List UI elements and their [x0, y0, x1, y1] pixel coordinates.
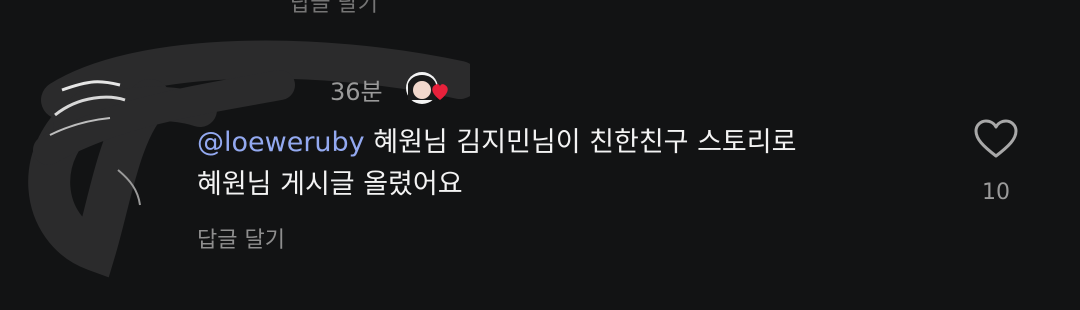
threads-at-icon: @ — [197, 127, 224, 158]
comment-body: @loeweruby 혜원님 김지민님이 친한친구 스토리로 혜원님 게시글 올… — [197, 122, 927, 206]
comment-text-line2: 혜원님 게시글 올렸어요 — [197, 169, 463, 200]
like-count: 10 — [982, 180, 1010, 205]
mention-username: loeweruby — [224, 127, 365, 158]
mention-link[interactable]: @loeweruby — [197, 127, 365, 158]
heart-sticker-icon — [406, 72, 448, 104]
comment-screen: 답글 달기 36분 @loeweruby 혜원님 김지민님이 친한친구 스토리로… — [0, 0, 1080, 310]
reply-button[interactable]: 답글 달기 — [197, 222, 285, 254]
comment-timestamp: 36분 — [330, 78, 383, 106]
heart-icon[interactable] — [973, 118, 1019, 162]
comment-text-line1: 혜원님 김지민님이 친한친구 스토리로 — [373, 127, 797, 158]
previous-reply-button[interactable]: 답글 달기 — [290, 0, 378, 18]
